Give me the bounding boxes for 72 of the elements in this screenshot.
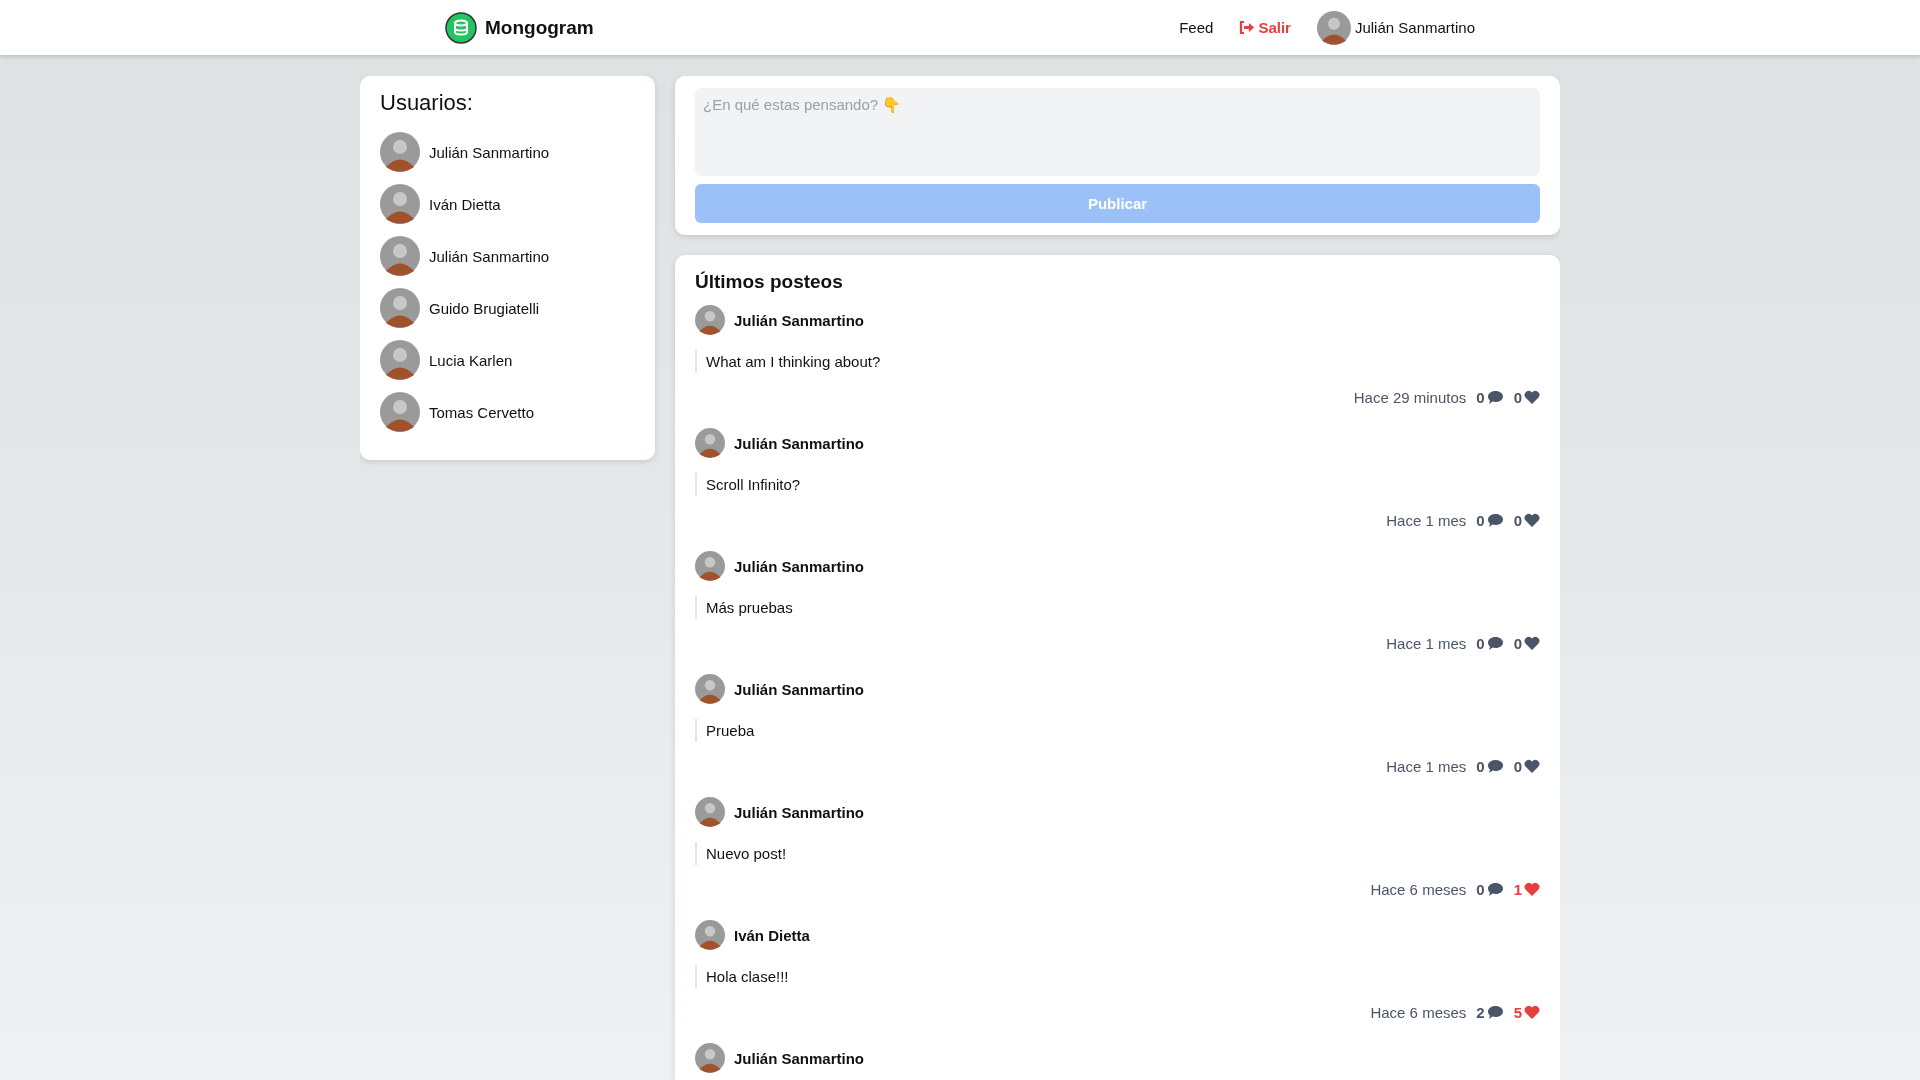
avatar-icon (695, 428, 725, 458)
user-name[interactable]: Lucia Karlen (429, 351, 513, 369)
like-count: 0 (1513, 758, 1522, 775)
like-count: 0 (1513, 512, 1522, 529)
avatar-icon (380, 340, 420, 380)
user-name[interactable]: Tomas Cervetto (429, 403, 535, 421)
like-count: 0 (1513, 389, 1522, 406)
comment-icon[interactable] (1486, 1005, 1504, 1020)
avatar-icon (380, 392, 420, 432)
comment-icon[interactable] (1486, 390, 1504, 405)
like-count: 1 (1513, 881, 1522, 898)
user-name[interactable]: Julián Sanmartino (1354, 19, 1475, 36)
feed-title: Últimos posteos (695, 271, 844, 293)
comment-count: 2 (1476, 1004, 1485, 1021)
user-name[interactable]: Guido Brugiatelli (429, 299, 540, 317)
post-time: Hace 1 mes (1386, 635, 1467, 652)
users-title: Usuarios: (380, 90, 474, 116)
avatar-icon (695, 674, 725, 704)
post-input[interactable]: ¿En qué estas pensando? 👇 (695, 88, 1540, 176)
heart-icon[interactable] (1524, 390, 1540, 405)
heart-icon[interactable] (1524, 1005, 1540, 1020)
user-name[interactable]: Julián Sanmartino (429, 143, 550, 161)
heart-icon[interactable] (1524, 513, 1540, 528)
post-text: Scroll Infinito? (695, 473, 1540, 496)
logout-icon (1239, 21, 1255, 34)
post-text: Hola clase!!! (695, 965, 1540, 988)
user-name[interactable]: Iván Dietta (429, 195, 501, 213)
like-count: 0 (1513, 635, 1522, 652)
comment-count: 0 (1476, 881, 1485, 898)
avatar-icon (380, 132, 420, 172)
logo-icon (445, 11, 477, 44)
post-time: Hace 6 meses (1370, 1004, 1467, 1021)
post-time: Hace 1 mes (1386, 758, 1467, 775)
author-name[interactable]: Julián Sanmartino (734, 434, 865, 452)
avatar-icon (380, 184, 420, 224)
comment-icon[interactable] (1486, 636, 1504, 651)
comment-icon[interactable] (1486, 513, 1504, 528)
user-name[interactable]: Julián Sanmartino (429, 247, 550, 265)
comment-count: 0 (1476, 758, 1485, 775)
post-time: Hace 6 meses (1370, 881, 1467, 898)
post-text: Prueba (695, 719, 1540, 742)
avatar-icon (695, 551, 725, 581)
avatar-icon (1316, 10, 1351, 45)
author-name[interactable]: Julián Sanmartino (734, 803, 865, 821)
author-name[interactable]: Julián Sanmartino (734, 1049, 865, 1067)
author-name[interactable]: Iván Dietta (734, 926, 810, 944)
comment-count: 0 (1476, 389, 1485, 406)
author-name[interactable]: Julián Sanmartino (734, 557, 865, 575)
heart-icon[interactable] (1524, 759, 1540, 774)
post-time: Hace 29 minutos (1353, 389, 1467, 406)
brand-name: Mongogram (485, 16, 594, 39)
avatar-icon (695, 1043, 725, 1073)
post-time: Hace 1 mes (1386, 512, 1467, 529)
post-text: Nuevo post! (695, 842, 1540, 865)
heart-icon[interactable] (1524, 882, 1540, 897)
like-count: 5 (1513, 1004, 1522, 1021)
avatar-icon (695, 920, 725, 950)
avatar-icon (380, 236, 420, 276)
author-name[interactable]: Julián Sanmartino (734, 680, 865, 698)
logout-link[interactable]: Salir (1239, 19, 1291, 36)
post-text: What am I thinking about? (695, 350, 1540, 373)
author-name[interactable]: Julián Sanmartino (734, 311, 865, 329)
avatar-icon (380, 288, 420, 328)
post-text: Más pruebas (695, 596, 1540, 619)
comment-icon[interactable] (1486, 759, 1504, 774)
avatar-icon (695, 797, 725, 827)
feed-link[interactable]: Feed (1179, 19, 1214, 36)
avatar-icon (695, 305, 725, 335)
comment-icon[interactable] (1486, 882, 1504, 897)
heart-icon[interactable] (1524, 636, 1540, 651)
comment-count: 0 (1476, 512, 1485, 529)
comment-count: 0 (1476, 635, 1485, 652)
